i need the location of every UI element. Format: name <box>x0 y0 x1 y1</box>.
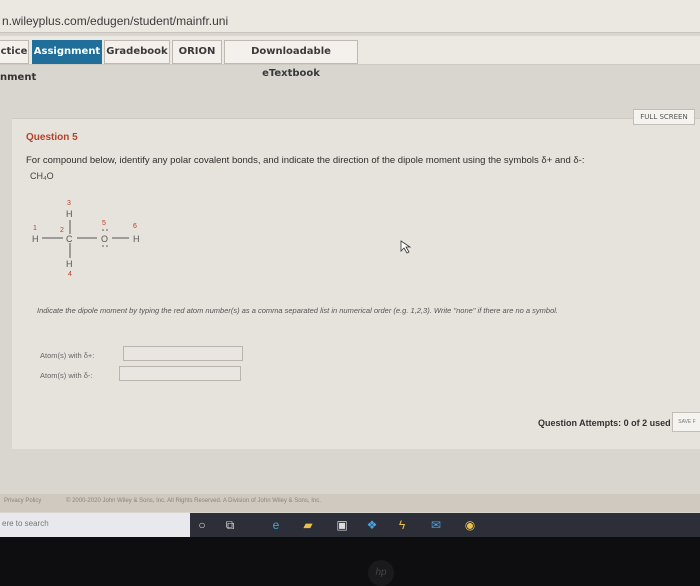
url-text: n.wileyplus.com/edugen/student/mainfr.un… <box>2 14 229 28</box>
mouse-cursor-icon <box>400 240 412 254</box>
question-prompt: For compound below, identify any polar c… <box>26 155 585 166</box>
molecular-formula: CH₄O <box>30 171 54 181</box>
store-icon[interactable]: ▣ <box>334 517 350 533</box>
atom-number-1: 1 <box>33 225 37 232</box>
atom-o5: O <box>101 234 108 244</box>
course-tabs: ctice Assignment Gradebook ORION Downloa… <box>0 36 700 79</box>
molecule-diagram: H C H H O H 1 2 3 4 5 6 <box>32 200 140 278</box>
search-placeholder: ere to search <box>2 519 49 528</box>
tab-orion[interactable]: ORION <box>172 40 222 64</box>
atom-number-5: 5 <box>102 220 106 227</box>
atom-h4: H <box>66 259 73 269</box>
tab-practice[interactable]: ctice <box>0 40 29 64</box>
full-screen-button[interactable]: FULL SCREEN <box>633 109 695 125</box>
section-label: nment <box>0 72 37 83</box>
tab-etextbook[interactable]: Downloadable eTextbook <box>224 40 358 79</box>
laptop-bezel <box>0 537 700 586</box>
atom-number-2: 2 <box>60 227 64 234</box>
tab-gradebook[interactable]: Gradebook <box>104 40 170 64</box>
hp-logo: hp <box>368 560 394 586</box>
question-title: Question 5 <box>26 132 78 143</box>
power-icon[interactable]: ϟ <box>394 517 410 533</box>
instructions-text: Indicate the dipole moment by typing the… <box>37 306 558 315</box>
atom-number-4: 4 <box>68 271 72 278</box>
address-bar[interactable]: n.wileyplus.com/edugen/student/mainfr.un… <box>0 0 700 33</box>
atom-h1: H <box>32 234 39 244</box>
privacy-policy-link[interactable]: Privacy Policy <box>4 498 41 504</box>
save-button[interactable]: SAVE F <box>672 412 700 432</box>
edge-icon[interactable]: e <box>268 517 284 533</box>
file-explorer-icon[interactable]: ▰ <box>300 517 316 533</box>
delta-plus-label: Atom(s) with δ+: <box>40 351 95 360</box>
dropbox-icon[interactable]: ❖ <box>364 517 380 533</box>
delta-plus-input[interactable] <box>123 346 243 361</box>
atom-c2: C <box>66 234 73 244</box>
atom-h3: H <box>66 209 73 219</box>
cortana-circle-icon[interactable]: ○ <box>194 517 210 533</box>
atom-number-3: 3 <box>67 200 71 207</box>
copyright-text: © 2000-2020 John Wiley & Sons, Inc. All … <box>66 498 321 504</box>
mail-icon[interactable]: ✉ <box>428 517 444 533</box>
page-footer: Privacy Policy © 2000-2020 John Wiley & … <box>0 494 700 512</box>
chrome-icon[interactable]: ◉ <box>462 517 478 533</box>
delta-minus-label: Atom(s) with δ-: <box>40 371 93 380</box>
tab-assignment[interactable]: Assignment <box>32 40 102 64</box>
taskbar-search[interactable]: ere to search <box>0 513 190 537</box>
windows-taskbar: ere to search ○ ⧉ e ▰ ▣ ❖ ϟ ✉ ◉ <box>0 513 700 537</box>
delta-minus-input[interactable] <box>119 366 241 381</box>
atom-h6: H <box>133 234 140 244</box>
question-attempts: Question Attempts: 0 of 2 used <box>538 418 671 428</box>
atom-number-6: 6 <box>133 223 137 230</box>
task-view-icon[interactable]: ⧉ <box>222 517 238 533</box>
